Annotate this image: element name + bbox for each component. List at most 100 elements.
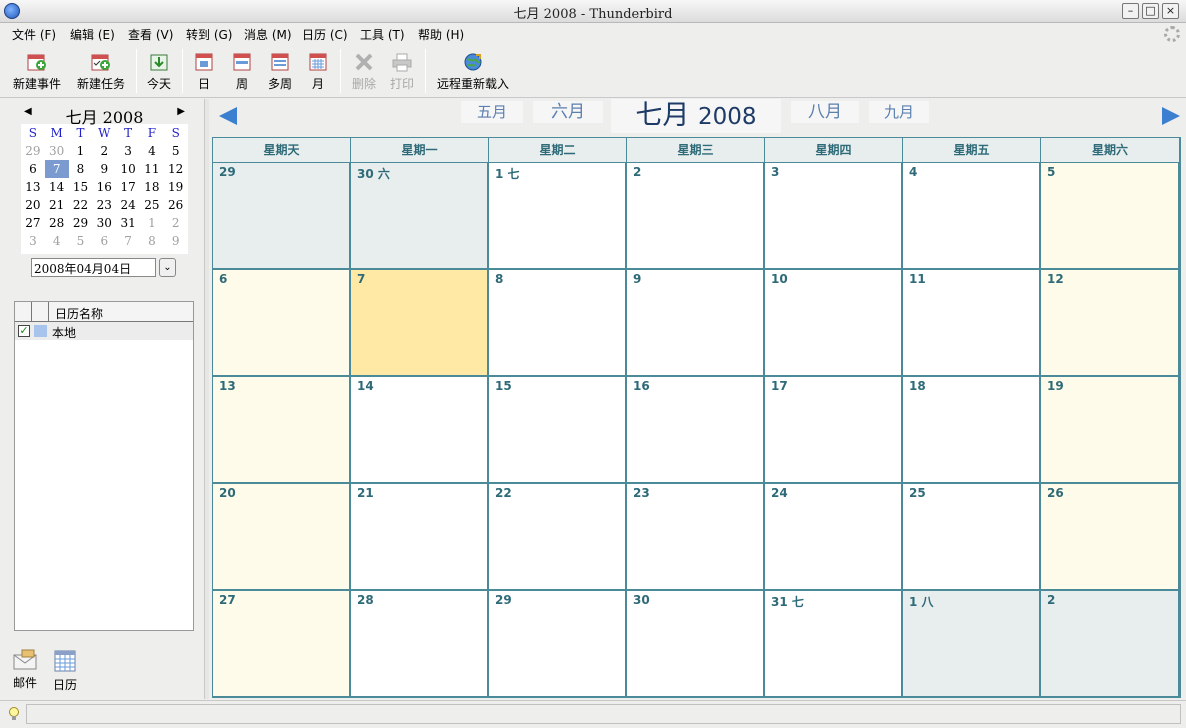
day-cell[interactable]: 22: [489, 484, 627, 591]
day-cell[interactable]: 23: [627, 484, 765, 591]
mini-calendar-day[interactable]: 31: [116, 214, 140, 232]
day-cell[interactable]: 7: [351, 270, 489, 377]
menu-calendar[interactable]: 日历 (C): [302, 26, 348, 43]
mini-calendar-day[interactable]: 8: [140, 232, 164, 250]
multiweek-view-button[interactable]: 多周: [264, 50, 296, 96]
mini-calendar-day[interactable]: 25: [140, 196, 164, 214]
week-view-button[interactable]: 周: [228, 50, 256, 96]
mini-calendar-day[interactable]: 4: [140, 142, 164, 160]
mini-calendar-day[interactable]: 7: [44, 160, 69, 178]
day-cell[interactable]: 15: [489, 377, 627, 484]
mini-calendar-day[interactable]: 23: [92, 196, 116, 214]
mini-calendar-day[interactable]: 4: [45, 232, 69, 250]
day-cell[interactable]: 31 七: [765, 591, 903, 698]
month-nav-september[interactable]: 九月: [869, 101, 929, 123]
mini-calendar-day[interactable]: 11: [140, 160, 164, 178]
day-cell[interactable]: 20: [213, 484, 351, 591]
mini-calendar-day[interactable]: 26: [164, 196, 188, 214]
day-cell[interactable]: 30: [627, 591, 765, 698]
mini-calendar-day[interactable]: 9: [164, 232, 188, 250]
minimize-button[interactable]: –: [1122, 3, 1139, 19]
day-cell[interactable]: 29: [213, 163, 351, 270]
mini-calendar-day[interactable]: 6: [92, 232, 116, 250]
delete-button[interactable]: 删除: [348, 50, 380, 96]
month-nav-august[interactable]: 八月: [791, 101, 859, 123]
new-event-button[interactable]: 新建事件: [8, 50, 66, 96]
menu-file[interactable]: 文件 (F): [12, 26, 56, 43]
day-cell[interactable]: 3: [765, 163, 903, 270]
mini-calendar-day[interactable]: 7: [116, 232, 140, 250]
day-view-button[interactable]: 日: [190, 50, 218, 96]
day-cell[interactable]: 5: [1041, 163, 1180, 270]
day-cell[interactable]: 18: [903, 377, 1041, 484]
day-cell[interactable]: 2: [627, 163, 765, 270]
mini-calendar-day[interactable]: 30: [92, 214, 116, 232]
mini-calendar-day[interactable]: 3: [21, 232, 45, 250]
day-cell[interactable]: 10: [765, 270, 903, 377]
mini-calendar-day[interactable]: 1: [140, 214, 164, 232]
day-cell[interactable]: 2: [1041, 591, 1180, 698]
day-cell[interactable]: 24: [765, 484, 903, 591]
mini-calendar-day[interactable]: 22: [69, 196, 93, 214]
print-button[interactable]: 打印: [386, 50, 418, 96]
close-button[interactable]: ×: [1162, 3, 1179, 19]
day-cell[interactable]: 27: [213, 591, 351, 698]
day-cell[interactable]: 28: [351, 591, 489, 698]
mini-calendar-day[interactable]: 21: [45, 196, 69, 214]
calendar-list-item[interactable]: ✓ 本地: [15, 322, 193, 340]
mini-calendar-next-arrow-icon[interactable]: ▶: [177, 106, 185, 117]
menu-go[interactable]: 转到 (G): [186, 26, 232, 43]
day-cell[interactable]: 6: [213, 270, 351, 377]
next-month-arrow-icon[interactable]: [1162, 107, 1180, 125]
day-cell[interactable]: 1 八: [903, 591, 1041, 698]
day-cell[interactable]: 21: [351, 484, 489, 591]
mini-calendar-day[interactable]: 19: [164, 178, 188, 196]
month-view-button[interactable]: 月: [304, 50, 332, 96]
day-cell[interactable]: 29: [489, 591, 627, 698]
menu-message[interactable]: 消息 (M): [244, 26, 292, 43]
mini-calendar-day[interactable]: 29: [21, 142, 45, 160]
mini-calendar-day[interactable]: 1: [69, 142, 93, 160]
mini-calendar-day[interactable]: 13: [21, 178, 45, 196]
mini-calendar-day[interactable]: 10: [116, 160, 140, 178]
mini-calendar-day[interactable]: 27: [21, 214, 45, 232]
day-cell[interactable]: 1 七: [489, 163, 627, 270]
mini-calendar-day[interactable]: 24: [116, 196, 140, 214]
mini-calendar-day[interactable]: 16: [92, 178, 116, 196]
menu-edit[interactable]: 编辑 (E): [70, 26, 115, 43]
mini-calendar-day[interactable]: 9: [92, 160, 116, 178]
day-cell[interactable]: 12: [1041, 270, 1180, 377]
day-cell[interactable]: 16: [627, 377, 765, 484]
menu-tools[interactable]: 工具 (T): [360, 26, 405, 43]
mini-calendar-day[interactable]: 3: [116, 142, 140, 160]
maximize-button[interactable]: □: [1142, 3, 1159, 19]
date-field[interactable]: 2008年04月04日: [31, 258, 156, 277]
mini-calendar-day[interactable]: 12: [164, 160, 188, 178]
previous-month-arrow-icon[interactable]: [219, 107, 237, 125]
mini-calendar-day[interactable]: 20: [21, 196, 45, 214]
mini-calendar-day[interactable]: 29: [69, 214, 93, 232]
mini-calendar-day[interactable]: 18: [140, 178, 164, 196]
new-task-button[interactable]: 新建任务: [72, 50, 130, 96]
mini-calendar-day[interactable]: 30: [45, 142, 69, 160]
day-cell[interactable]: 8: [489, 270, 627, 377]
mini-calendar-day[interactable]: 2: [92, 142, 116, 160]
remote-reload-button[interactable]: 远程重新载入: [432, 50, 514, 96]
day-cell[interactable]: 11: [903, 270, 1041, 377]
today-button[interactable]: 今天: [142, 50, 176, 96]
day-cell[interactable]: 9: [627, 270, 765, 377]
mini-calendar-day[interactable]: 5: [69, 232, 93, 250]
mini-calendar-day[interactable]: 15: [69, 178, 93, 196]
day-cell[interactable]: 30 六: [351, 163, 489, 270]
mini-calendar-day[interactable]: 5: [164, 142, 188, 160]
menu-view[interactable]: 查看 (V): [128, 26, 173, 43]
mail-mode-button[interactable]: 邮件: [10, 649, 40, 691]
day-cell[interactable]: 17: [765, 377, 903, 484]
calendar-mode-button[interactable]: 日历: [50, 649, 80, 693]
day-cell[interactable]: 25: [903, 484, 1041, 591]
month-nav-may[interactable]: 五月: [461, 101, 523, 123]
day-cell[interactable]: 26: [1041, 484, 1180, 591]
day-cell[interactable]: 4: [903, 163, 1041, 270]
date-dropdown-button[interactable]: ⌄: [159, 258, 176, 277]
day-cell[interactable]: 13: [213, 377, 351, 484]
